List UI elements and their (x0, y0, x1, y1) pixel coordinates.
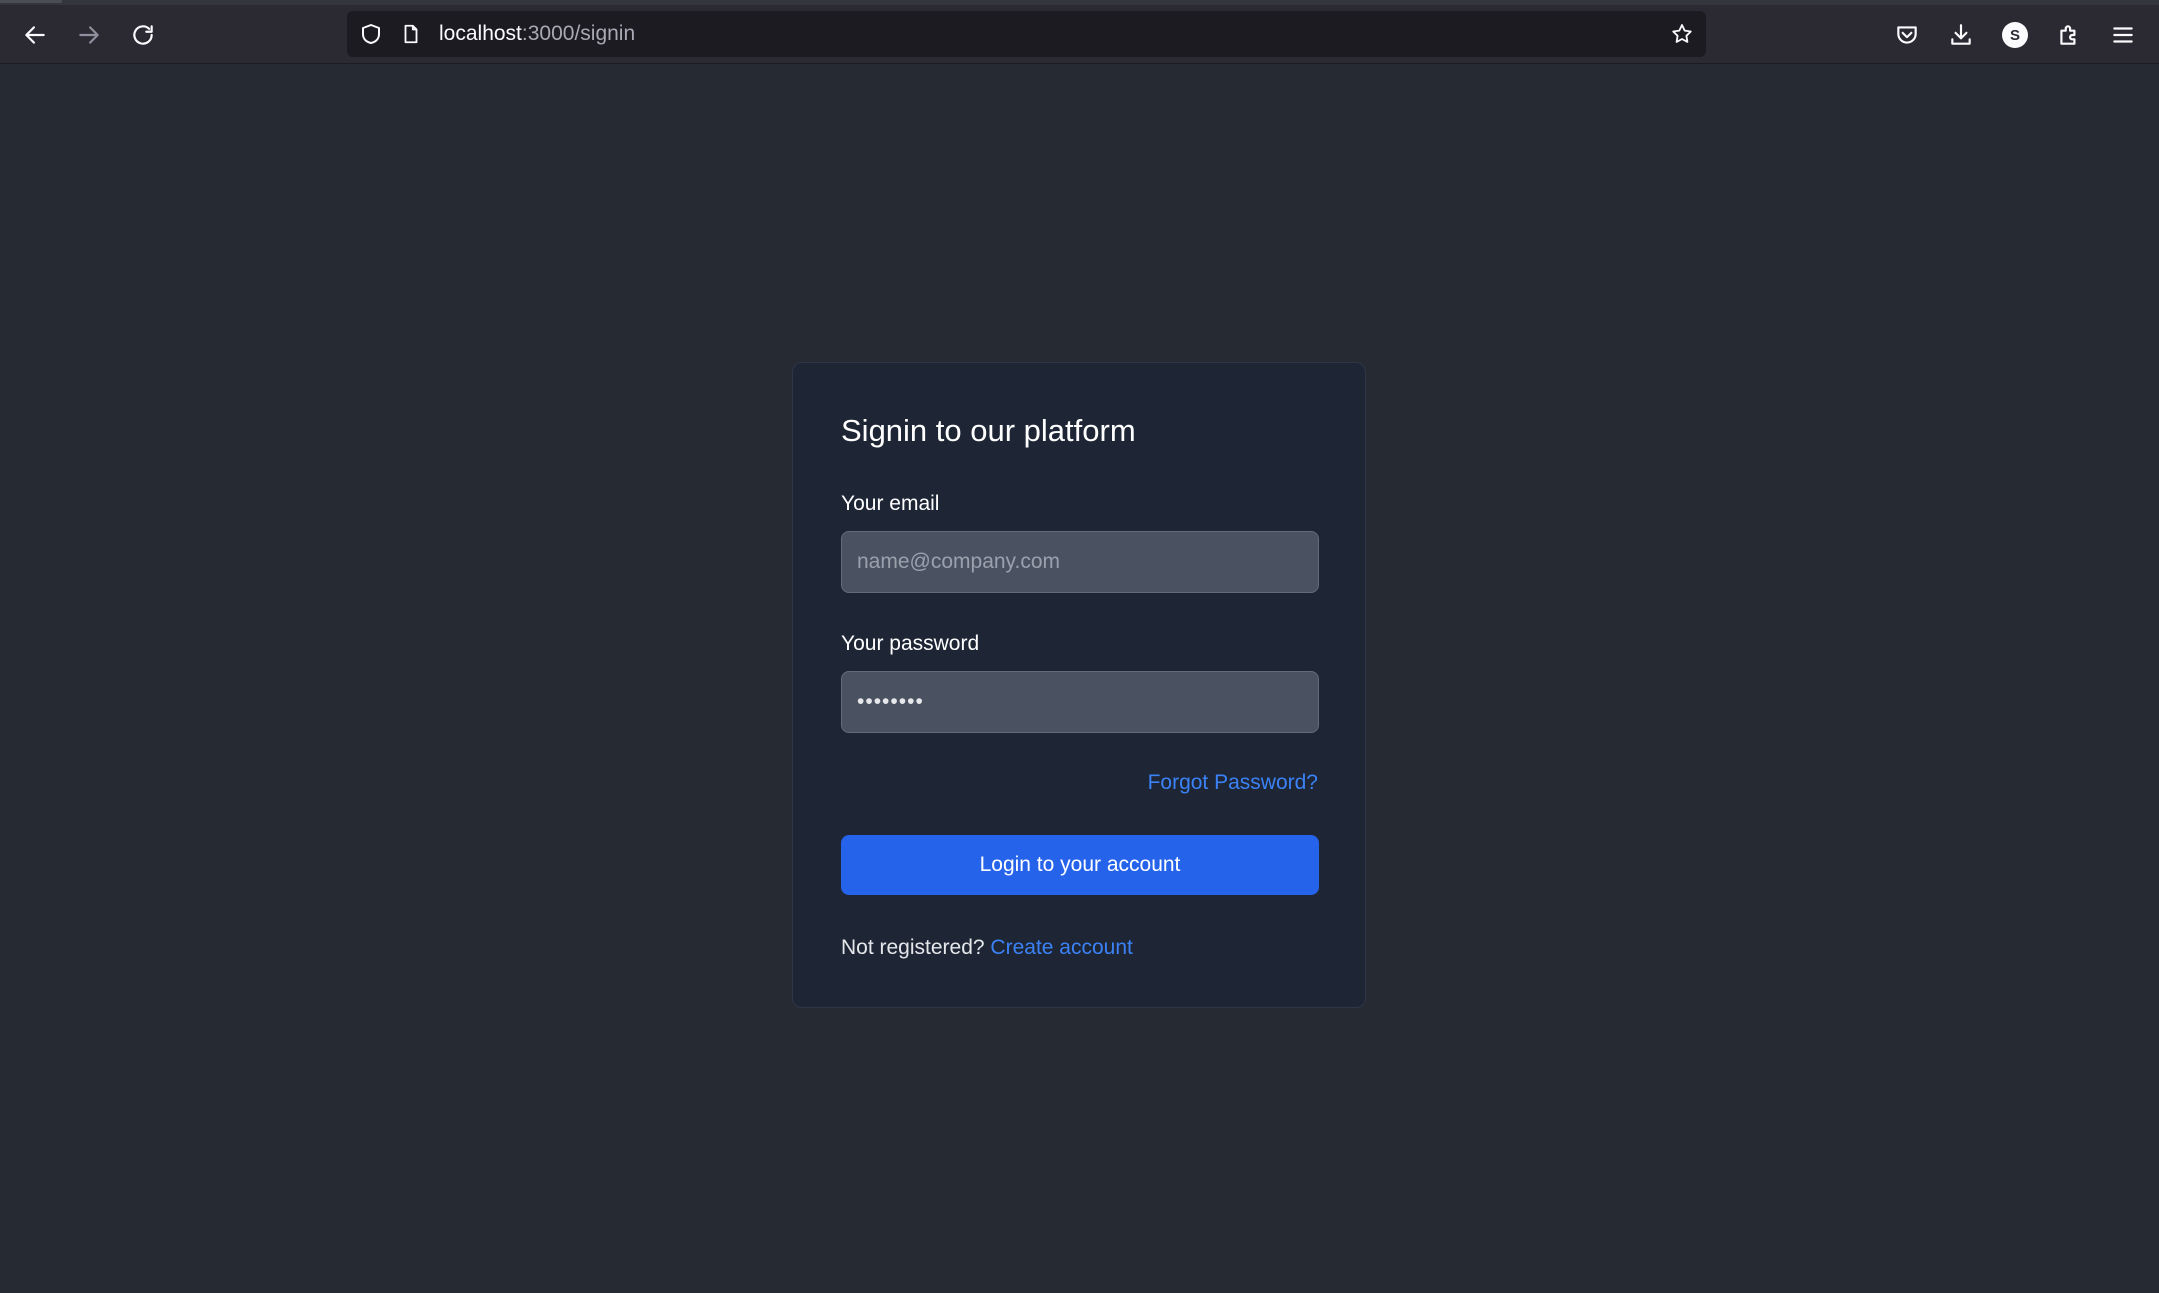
url-text[interactable]: localhost:3000/signin (439, 22, 635, 46)
signin-card: Signin to our platform Your email Your p… (792, 362, 1366, 1008)
signin-title: Signin to our platform (841, 413, 1136, 448)
create-account-link[interactable]: Create account (990, 936, 1132, 959)
not-registered-text: Not registered? (841, 936, 985, 959)
reload-icon[interactable] (125, 17, 161, 53)
avatar-letter: S (2002, 22, 2028, 48)
forward-arrow-icon[interactable] (71, 17, 107, 53)
download-icon[interactable] (1943, 17, 1979, 53)
active-tab-indicator (0, 0, 62, 3)
account-avatar[interactable]: S (1997, 17, 2033, 53)
shield-icon[interactable] (357, 20, 385, 48)
url-host: localhost (439, 22, 522, 45)
page-icon[interactable] (397, 20, 425, 48)
browser-toolbar: localhost:3000/signin S (0, 5, 2159, 64)
register-row: Not registered? Create account (841, 936, 1133, 960)
password-field[interactable] (841, 671, 1319, 733)
back-arrow-icon[interactable] (17, 17, 53, 53)
forgot-password-link[interactable]: Forgot Password? (1148, 771, 1318, 795)
address-bar[interactable]: localhost:3000/signin (347, 11, 1706, 57)
password-label: Your password (841, 632, 980, 655)
email-field[interactable] (841, 531, 1319, 593)
star-icon[interactable] (1668, 20, 1696, 48)
hamburger-menu-icon[interactable] (2105, 17, 2141, 53)
puzzle-icon[interactable] (2051, 17, 2087, 53)
email-label: Your email (841, 492, 940, 515)
url-path: :3000/signin (521, 22, 636, 45)
pocket-icon[interactable] (1889, 17, 1925, 53)
login-button[interactable]: Login to your account (841, 835, 1319, 895)
